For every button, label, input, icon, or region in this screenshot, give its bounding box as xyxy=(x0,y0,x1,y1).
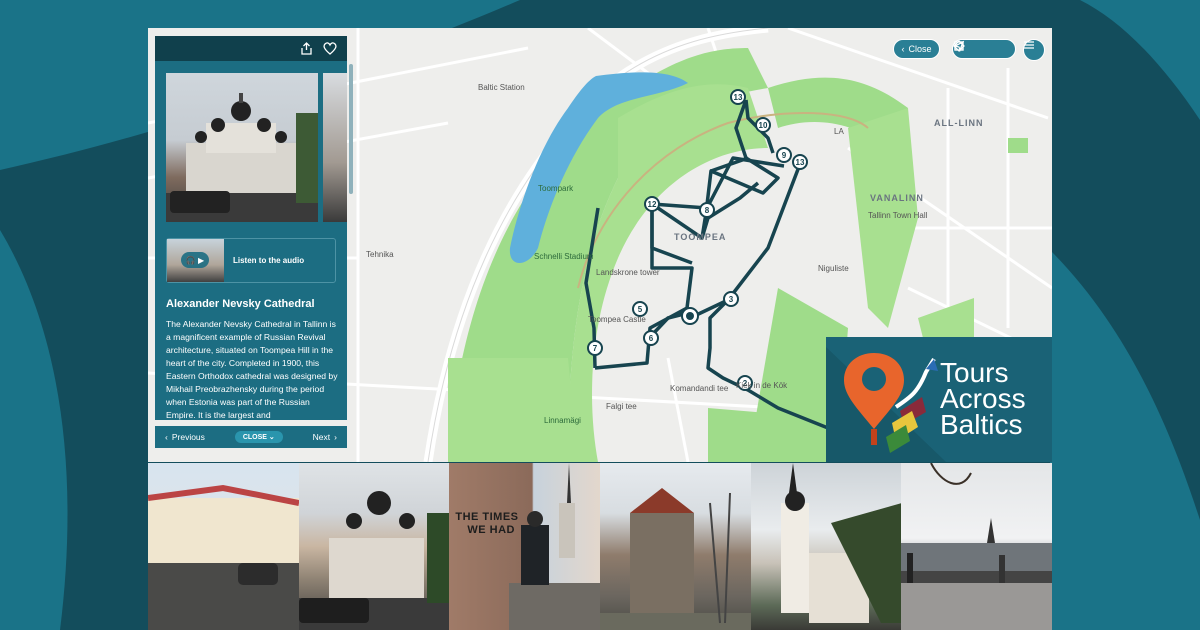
list-icon[interactable] xyxy=(1023,39,1045,61)
chevron-left-icon: ‹ xyxy=(165,432,168,442)
photo-viewing-platform[interactable] xyxy=(901,463,1053,630)
map-stop-12[interactable]: 12 xyxy=(644,196,660,212)
map-label-landskrone: Landskrone tower xyxy=(596,268,660,277)
svg-text:13: 13 xyxy=(796,158,805,167)
logo-line-3: Baltics xyxy=(940,409,1023,440)
map-close-label: Close xyxy=(908,44,932,54)
photo-kiek-in-de-kok[interactable] xyxy=(600,463,751,630)
heart-icon[interactable] xyxy=(323,42,337,55)
directions-icon[interactable] xyxy=(953,40,965,52)
chevron-left-icon: ‹ xyxy=(901,44,905,54)
map-label-kiek: Kiek in de Kök xyxy=(736,381,788,390)
panel-close-label: CLOSE xyxy=(242,434,267,441)
svg-text:10: 10 xyxy=(759,121,768,130)
panel-toolbar xyxy=(155,36,347,61)
photo-dome-church[interactable] xyxy=(750,463,902,630)
map-label-tehnika: Tehnika xyxy=(366,250,394,259)
svg-text:6: 6 xyxy=(649,334,654,343)
next-button[interactable]: Next › xyxy=(313,432,337,442)
map-label-toompea: TOOMPEA xyxy=(674,232,727,242)
map-label-komandandi: Komandandi tee xyxy=(670,384,729,393)
map-tool-group xyxy=(952,39,1016,59)
panel-navigation: ‹ Previous CLOSE ⌄ Next › xyxy=(155,426,347,448)
next-label: Next xyxy=(312,432,331,442)
panel-scrollbar[interactable] xyxy=(349,64,353,194)
svg-text:3: 3 xyxy=(729,295,734,304)
map-stop-9[interactable]: 9 xyxy=(776,147,792,163)
map-label-linnamagi: Linnamägi xyxy=(544,416,581,425)
map-label-baltic-station: Baltic Station xyxy=(478,83,525,92)
brand-logo: Tours Across Baltics xyxy=(826,337,1052,462)
svg-text:7: 7 xyxy=(593,344,598,353)
map-label-niguliste: Niguliste xyxy=(818,264,849,273)
poi-photo[interactable] xyxy=(166,73,318,222)
previous-label: Previous xyxy=(171,432,205,442)
poi-description: The Alexander Nevsky Cathedral in Tallin… xyxy=(166,319,338,420)
audio-player[interactable]: 🎧 ▶ Listen to the audio xyxy=(166,238,336,283)
svg-text:13: 13 xyxy=(734,93,743,102)
map-stop-11[interactable]: 13 xyxy=(730,89,746,105)
map-stop-3[interactable]: 3 xyxy=(723,291,739,307)
share-icon[interactable] xyxy=(300,42,313,55)
panel-close-button[interactable]: CLOSE ⌄ xyxy=(234,431,283,443)
photo-strip: THE TIMES WE HAD xyxy=(148,463,1053,630)
chevron-down-icon: ⌄ xyxy=(268,434,275,441)
chevron-right-icon: › xyxy=(334,432,337,442)
poi-title: Alexander Nevsky Cathedral xyxy=(166,298,315,310)
audio-thumbnail: 🎧 ▶ xyxy=(167,239,224,282)
photo-times-we-had-wall[interactable]: THE TIMES WE HAD xyxy=(449,463,601,630)
logo-wordmark: Tours Across Baltics xyxy=(940,359,1026,440)
map-label-town-hall: Tallinn Town Hall xyxy=(868,211,928,220)
poi-photo-next[interactable] xyxy=(323,73,347,222)
map-stop-7[interactable]: 7 xyxy=(587,340,603,356)
map-label-toompea-castle: Toompea Castle xyxy=(588,315,646,324)
svg-text:9: 9 xyxy=(782,151,787,160)
map-stop-13[interactable]: 13 12 13 xyxy=(792,154,808,170)
previous-button[interactable]: ‹ Previous xyxy=(165,432,205,442)
photo-nevsky-cathedral[interactable] xyxy=(298,463,450,630)
play-icon[interactable]: 🎧 ▶ xyxy=(181,252,209,268)
poi-panel: 🎧 ▶ Listen to the audio Alexander Nevsky… xyxy=(155,36,347,420)
map-label-la: LA xyxy=(834,127,844,136)
map-label-toompark: Toompark xyxy=(538,184,574,193)
map-close-button[interactable]: ‹ Close xyxy=(893,39,940,59)
svg-text:8: 8 xyxy=(705,206,710,215)
map-stop-6[interactable]: 6 xyxy=(643,330,659,346)
map-label-falgi: Falgi tee xyxy=(606,402,637,411)
map-stop-8[interactable]: 8 xyxy=(699,202,715,218)
map-stop-current[interactable] xyxy=(681,307,699,325)
map-stop-10[interactable]: 10 xyxy=(755,117,771,133)
photo-toompea-castle[interactable] xyxy=(148,463,299,630)
svg-text:12: 12 xyxy=(648,200,657,209)
map-label-schnelli: Schnelli Stadium xyxy=(534,252,594,261)
map-label-all-linn: ALL-LINN xyxy=(934,118,984,128)
audio-label: Listen to the audio xyxy=(233,256,305,265)
map-stop-5[interactable]: 5 xyxy=(632,301,648,317)
svg-text:5: 5 xyxy=(638,305,643,314)
map-label-vanalinn: VANALINN xyxy=(870,193,924,203)
